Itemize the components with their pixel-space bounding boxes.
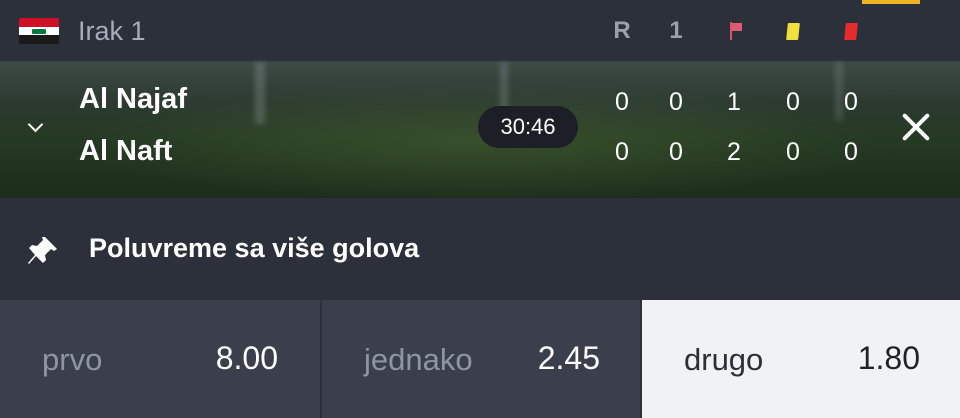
match-clock: 30:46 <box>478 106 578 148</box>
odds-row: prvo 8.00 jednako 2.45 drugo 1.80 <box>0 300 960 418</box>
column-header-first-half: 1 <box>669 17 683 44</box>
odd-label: prvo <box>42 342 103 377</box>
odd-button-drugo[interactable]: drugo 1.80 <box>640 300 960 418</box>
market-title: Poluvreme sa više golova <box>89 233 420 263</box>
pin-icon[interactable] <box>25 235 61 267</box>
away-red-cards: 0 <box>844 138 858 166</box>
home-score: 0 <box>615 88 629 116</box>
odd-button-prvo[interactable]: prvo 8.00 <box>0 300 320 418</box>
away-team-name: Al Naft <box>79 135 173 167</box>
odd-value: 8.00 <box>215 340 278 376</box>
match-row[interactable]: Al Najaf Al Naft 30:46 0 0 1 0 0 0 0 2 0… <box>0 62 960 198</box>
yellow-card-icon <box>786 23 801 43</box>
away-score: 0 <box>615 138 629 166</box>
league-header: Irak 1 R 1 <box>0 0 960 62</box>
column-header-r: R <box>613 17 631 44</box>
iraq-flag-icon <box>19 18 59 44</box>
odd-label: jednako <box>364 342 473 377</box>
corner-flag-icon <box>728 22 742 42</box>
odd-button-jednako[interactable]: jednako 2.45 <box>320 300 640 418</box>
accent-indicator <box>862 0 920 4</box>
odd-label: drugo <box>684 342 764 377</box>
away-corners: 2 <box>727 138 741 166</box>
odd-value: 1.80 <box>857 340 920 376</box>
home-red-cards: 0 <box>844 88 858 116</box>
away-first-half: 0 <box>669 138 683 166</box>
league-name: Irak 1 <box>78 16 146 46</box>
red-card-icon <box>844 23 859 43</box>
close-icon[interactable] <box>898 109 934 145</box>
away-yellow-cards: 0 <box>786 138 800 166</box>
home-yellow-cards: 0 <box>786 88 800 116</box>
home-team-name: Al Najaf <box>79 83 187 115</box>
home-corners: 1 <box>727 88 741 116</box>
home-first-half: 0 <box>669 88 683 116</box>
chevron-down-icon[interactable] <box>22 114 48 140</box>
market-header: Poluvreme sa više golova <box>0 198 960 300</box>
odd-value: 2.45 <box>537 340 600 376</box>
